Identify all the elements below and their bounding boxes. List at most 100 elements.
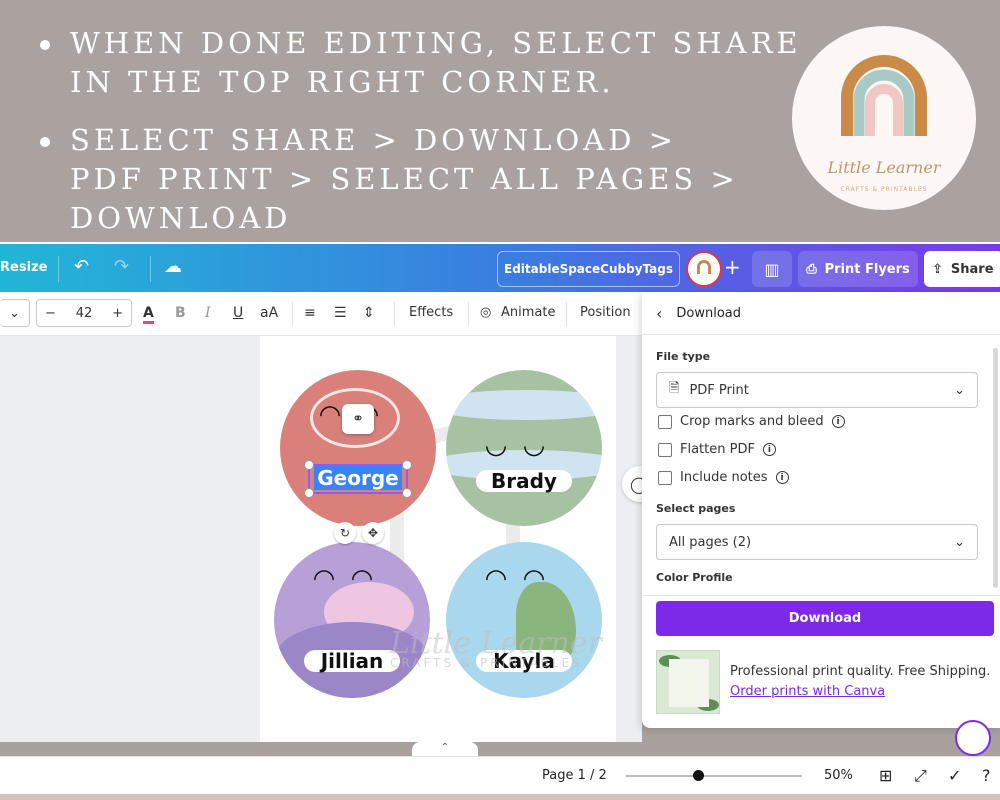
divider [468, 302, 469, 326]
bullet-dot [40, 137, 50, 147]
include-notes-option[interactable]: Include notes i [658, 470, 789, 485]
back-arrow-icon[interactable]: ‹ [656, 304, 662, 323]
increase-font-button[interactable]: + [112, 306, 123, 321]
select-pages-dropdown[interactable]: All pages (2) ⌄ [656, 524, 978, 560]
design-page[interactable]: ◠◠ ◡◡ Brady ◠◠ Jillian ◠◠ Kayla George ⚭ [260, 336, 616, 742]
zoom-slider-track[interactable] [626, 775, 802, 777]
selected-text-george[interactable]: George [314, 466, 402, 490]
panel-title: Download [676, 306, 742, 321]
print-flyers-button[interactable]: ⎙ Print Flyers [798, 251, 918, 287]
resize-button[interactable]: Resize [0, 260, 47, 275]
crop-marks-checkbox[interactable] [658, 414, 672, 429]
info-icon[interactable]: i [775, 471, 789, 484]
cubby-tag[interactable]: ◡◡ Brady [446, 370, 602, 526]
file-name-button[interactable]: EditableSpaceCubbyTags [497, 251, 680, 287]
format-toolbar: ⌄ − 42 + A B I U aA ≡ ☰ ⇕ Effects ◎ Anim… [0, 292, 642, 336]
divider [394, 302, 395, 326]
divider [58, 256, 59, 282]
resize-handle[interactable] [402, 488, 412, 498]
align-center-icon[interactable]: ≡ [304, 305, 316, 321]
case-toggle-button[interactable]: aA [260, 305, 278, 321]
fullscreen-icon[interactable]: ⤢ [914, 766, 927, 786]
position-button[interactable]: Position [580, 305, 631, 320]
flatten-pdf-checkbox[interactable] [658, 442, 672, 457]
resize-handle[interactable] [304, 460, 314, 470]
cubby-tag[interactable]: ◠◠ Jillian [274, 542, 430, 698]
font-size-value[interactable]: 42 [76, 306, 93, 321]
chevron-down-icon: ⌄ [954, 382, 965, 398]
page-indicator[interactable]: Page 1 / 2 [542, 768, 607, 783]
download-panel: ‹ Download File type 🗎 PDF Print ⌄ Crop … [642, 292, 1000, 728]
add-collaborator-icon[interactable]: + [724, 255, 741, 279]
undo-icon[interactable]: ↶ [74, 256, 89, 277]
avatar[interactable] [686, 251, 722, 287]
text-color-icon[interactable]: A [143, 305, 154, 324]
resize-handle[interactable] [402, 460, 412, 470]
select-pages-value: All pages (2) [669, 534, 752, 550]
zoom-slider-handle[interactable] [693, 770, 704, 781]
zoom-value[interactable]: 50% [824, 768, 853, 783]
link-button[interactable]: ⚭ [342, 404, 374, 434]
print-promo-thumbnail[interactable] [656, 650, 720, 714]
info-icon[interactable]: i [831, 415, 845, 428]
info-icon[interactable]: i [762, 443, 776, 456]
divider [642, 334, 1000, 335]
line-spacing-icon[interactable]: ⇕ [363, 305, 375, 321]
tag-name-label[interactable]: Jillian [304, 649, 400, 673]
flatten-pdf-option[interactable]: Flatten PDF i [658, 442, 776, 457]
check-circle-icon[interactable]: ✓ [948, 766, 961, 785]
bar-chart-icon: ▥ [764, 259, 780, 279]
select-pages-label: Select pages [656, 502, 736, 515]
rotate-icon[interactable]: ↻ [334, 522, 356, 544]
link-icon: ⚭ [352, 411, 364, 427]
move-icon[interactable]: ✥ [362, 522, 384, 544]
effects-button[interactable]: Effects [409, 305, 453, 320]
help-icon[interactable]: ? [982, 766, 991, 785]
decrease-font-button[interactable]: − [45, 306, 56, 321]
tag-name-label[interactable]: Brady [476, 469, 572, 493]
document-icon: 🗎 [669, 381, 680, 396]
instruction-banner: WHEN DONE EDITING, SELECT SHARE IN THE T… [0, 0, 1000, 242]
tag-face: ◠◠ [486, 564, 562, 594]
file-type-value: PDF Print [689, 382, 749, 398]
collapse-pages-button[interactable]: ⌃ [412, 742, 478, 756]
divider [642, 595, 1000, 596]
file-type-dropdown[interactable]: 🗎 PDF Print ⌄ [656, 372, 978, 408]
bold-icon[interactable]: B [175, 305, 186, 321]
insights-button[interactable]: ▥ [752, 251, 792, 287]
chevron-down-icon: ⌄ [954, 534, 965, 550]
instruction-bullet: WHEN DONE EDITING, SELECT SHARE IN THE T… [40, 24, 830, 102]
help-bubble[interactable] [955, 720, 991, 756]
cloud-saved-icon[interactable]: ☁ [164, 256, 182, 277]
flyer-preview [669, 659, 709, 707]
animate-icon[interactable]: ◎ [480, 305, 491, 320]
order-prints-link[interactable]: Order prints with Canva [730, 684, 885, 699]
underline-icon[interactable]: U [233, 305, 243, 321]
resize-handle[interactable] [304, 488, 314, 498]
share-upload-icon: ⇪ [932, 261, 943, 277]
crop-marks-option[interactable]: Crop marks and bleed i [658, 414, 845, 429]
italic-icon[interactable]: I [205, 305, 211, 321]
grid-view-icon[interactable]: ⊞ [879, 766, 892, 785]
font-size-stepper[interactable]: − 42 + [36, 299, 132, 327]
option-label: Include notes [680, 470, 768, 485]
instruction-text: SELECT SHARE > DOWNLOAD > PDF PRINT > SE… [70, 123, 739, 235]
option-label: Crop marks and bleed [680, 414, 824, 429]
animate-button[interactable]: Animate [501, 305, 555, 320]
bottom-strip [0, 794, 1000, 800]
redo-icon[interactable]: ↷ [114, 256, 129, 277]
canvas-area: ◠◠ ◡◡ Brady ◠◠ Jillian ◠◠ Kayla George ⚭ [0, 336, 652, 742]
divider [566, 302, 567, 326]
share-button[interactable]: ⇪ Share [924, 251, 1000, 287]
chevron-up-icon: ⌃ [440, 742, 450, 753]
font-dropdown[interactable]: ⌄ [0, 299, 30, 327]
bullet-list-icon[interactable]: ☰ [334, 305, 347, 321]
cubby-tag[interactable]: ◠◠ Kayla [446, 542, 602, 698]
download-button[interactable]: Download [656, 601, 994, 636]
panel-scrollbar[interactable] [993, 348, 998, 588]
logo-name: Little Learner [827, 158, 941, 177]
cubby-tag[interactable]: ◠◠ [280, 370, 436, 526]
promo-text: Professional print quality. Free Shippin… [730, 664, 991, 679]
include-notes-checkbox[interactable] [658, 470, 672, 485]
option-label: Flatten PDF [680, 442, 755, 457]
